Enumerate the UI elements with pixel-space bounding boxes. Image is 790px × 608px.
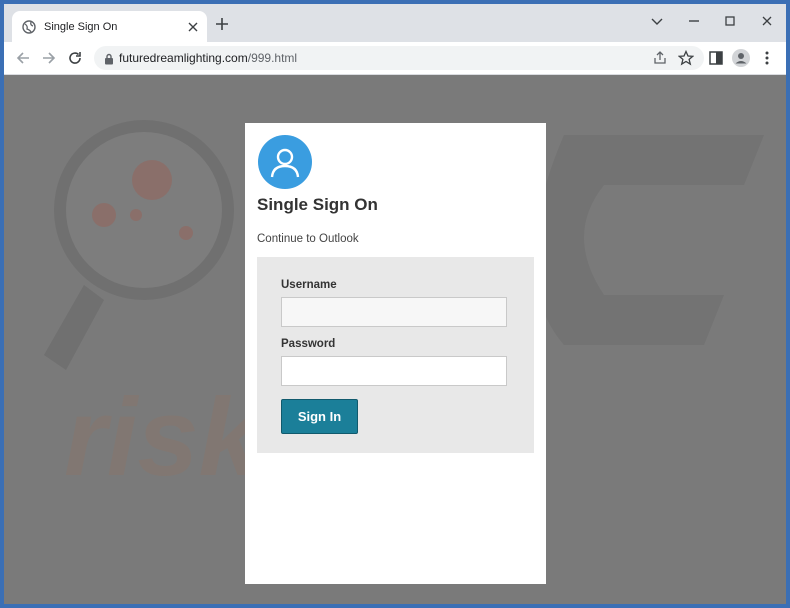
title-bar: Single Sign On [4, 4, 786, 42]
sidebar-icon[interactable] [707, 49, 725, 67]
profile-icon[interactable] [732, 49, 750, 67]
menu-icon[interactable] [758, 49, 776, 67]
window-close-icon[interactable] [755, 12, 779, 30]
tab-title: Single Sign On [44, 20, 118, 33]
url-text: futuredreamlighting.com/999.html [119, 51, 297, 65]
browser-toolbar: futuredreamlighting.com/999.html [4, 42, 786, 75]
url-host: futuredreamlighting.com [119, 51, 248, 65]
maximize-icon[interactable] [718, 12, 742, 30]
login-card: Single Sign On Continue to Outlook Usern… [245, 123, 546, 584]
username-input[interactable] [281, 297, 507, 327]
globe-icon [22, 19, 36, 34]
minimize-icon[interactable] [645, 12, 669, 30]
page-subtitle: Continue to Outlook [257, 233, 359, 245]
password-label: Password [281, 338, 336, 350]
browser-window: Single Sign On futuredreamlighting.com/9… [4, 4, 786, 604]
page-title: Single Sign On [257, 195, 378, 214]
login-form: Username Password Sign In [257, 257, 534, 453]
close-icon[interactable] [185, 19, 201, 35]
user-icon [258, 135, 312, 189]
share-icon[interactable] [652, 50, 668, 66]
plus-icon[interactable] [214, 16, 230, 32]
reload-icon[interactable] [66, 49, 84, 67]
username-label: Username [281, 279, 337, 291]
address-bar[interactable]: futuredreamlighting.com/999.html [94, 46, 704, 70]
page-content: risk.com Single Sign On Continue to Outl… [4, 75, 786, 604]
browser-tab[interactable]: Single Sign On [12, 11, 207, 42]
lock-icon[interactable] [104, 52, 114, 65]
minimize-window-icon[interactable] [682, 12, 706, 30]
url-path: /999.html [247, 51, 298, 65]
star-icon[interactable] [677, 49, 695, 66]
sign-in-button[interactable]: Sign In [281, 399, 358, 434]
forward-icon[interactable] [40, 49, 58, 67]
password-input[interactable] [281, 356, 507, 386]
back-icon[interactable] [14, 49, 32, 67]
